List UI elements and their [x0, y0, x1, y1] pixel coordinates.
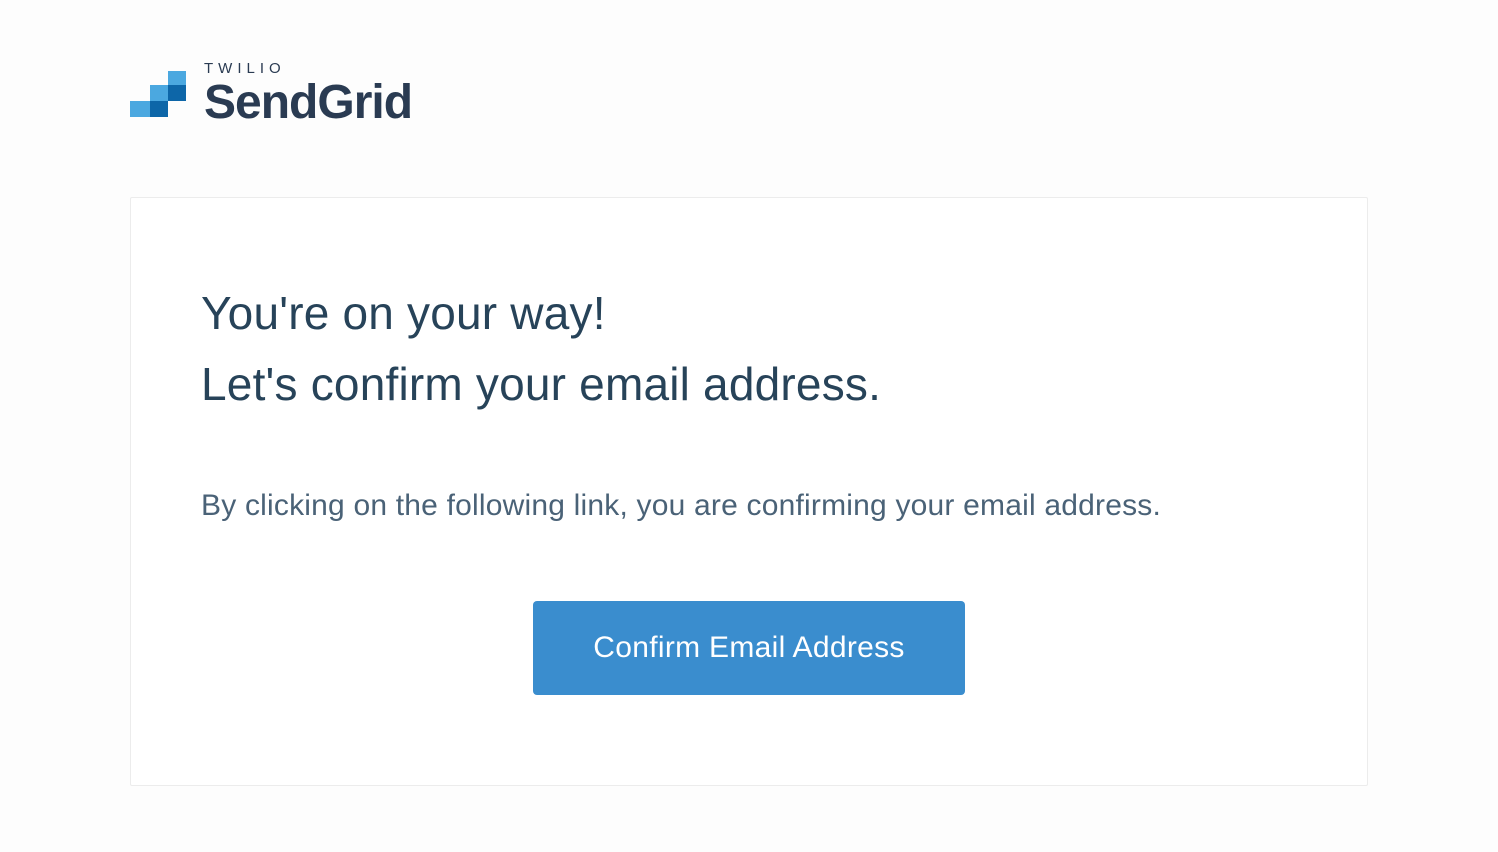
body-text: By clicking on the following link, you a… — [201, 489, 1297, 523]
logo-overline: TWILIO — [204, 60, 412, 77]
logo-brand: SendGrid — [204, 79, 412, 127]
confirm-email-button[interactable]: Confirm Email Address — [533, 601, 964, 695]
sendgrid-logo-icon — [130, 71, 186, 117]
heading-line-1: You're on your way! — [201, 278, 1297, 349]
heading-line-2: Let's confirm your email address. — [201, 349, 1297, 420]
confirmation-card: You're on your way! Let's confirm your e… — [130, 197, 1368, 786]
logo: TWILIO SendGrid — [130, 60, 1368, 127]
